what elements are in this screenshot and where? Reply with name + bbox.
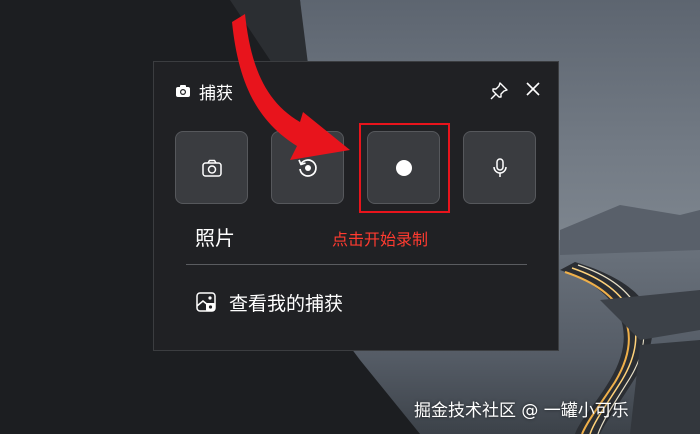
close-icon[interactable] — [522, 78, 544, 100]
panel-titlebar: 捕获 — [154, 62, 558, 120]
gallery-icon — [196, 292, 216, 312]
microphone-icon — [492, 157, 507, 177]
divider — [186, 264, 527, 265]
photo-label: 照片 — [195, 226, 235, 250]
camera-icon — [176, 85, 190, 97]
record-last-30s-button[interactable] — [271, 131, 344, 204]
microphone-toggle-button[interactable] — [463, 131, 536, 204]
record-highlight-box — [359, 123, 450, 213]
capture-panel: 捕获 照片 点击开始录制 查看我的捕获 — [153, 61, 559, 351]
screenshot-button[interactable] — [175, 131, 248, 204]
watermark: 掘金技术社区 @ 一罐小可乐 — [414, 401, 629, 421]
view-captures-label: 查看我的捕获 — [229, 292, 344, 315]
record-hint-annotation: 点击开始录制 — [332, 230, 429, 249]
view-captures-link[interactable]: 查看我的捕获 — [195, 287, 343, 317]
camera-icon — [201, 159, 222, 177]
replay-icon — [297, 158, 317, 177]
panel-title: 捕获 — [199, 84, 233, 104]
pin-icon[interactable] — [488, 80, 510, 102]
